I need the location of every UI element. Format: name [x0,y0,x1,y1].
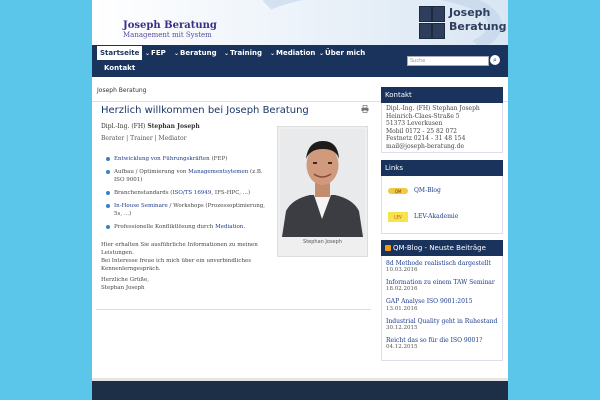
list-item: GAP Analyse ISO 9001:2015 13.01.2016 [386,298,498,313]
site-footer [92,378,508,400]
chevron-down-icon: ⌄ [174,50,180,57]
blog-post-link[interactable]: 8d Methode realistisch dargestellt [386,260,498,267]
page-title: Herzlich willkommen bei Joseph Beratung [101,105,309,116]
lev-akademie-logo-icon: LEV [388,212,408,222]
roles-text: Berater | Trainer | Mediator [101,135,187,142]
sidebar-blog: QM-Blog - Neuste Beiträge 8d Methode rea… [381,240,503,361]
blog-post-date: 04.12.2015 [386,344,418,350]
list-item: Aufbau / Optimierung von Managementsytem… [101,168,269,184]
nav-item-fep[interactable]: ⌄FEP [145,46,166,60]
nav-item-training[interactable]: ⌄Training [224,46,262,60]
blog-post-date: 18.02.2016 [386,286,418,292]
svg-text:LEV: LEV [394,215,402,220]
search-icon: ⌕ [493,56,497,64]
search-button[interactable]: ⌕ [490,55,500,65]
list-item: Entwicklung von Führungskräften (FEP) [101,155,269,163]
list-item: Reicht das so für die ISO 9001? 04.12.20… [386,337,498,351]
chevron-down-icon: ⌄ [270,50,276,57]
link-fuehrungskraefte[interactable]: Entwicklung von Führungskräften [114,156,210,162]
portrait-photo: Stephan Joseph [277,126,368,257]
qm-blog-logo-icon: QM [388,188,408,194]
link-lev-akademie[interactable]: LEV LEV-Akademie [386,204,498,230]
search-input[interactable]: Suche [407,56,489,66]
print-icon[interactable] [361,105,369,113]
services-list: Entwicklung von Führungskräften (FEP) Au… [101,155,269,236]
sidebar-links: Links QM QM-Blog LEV LEV-Akademie [381,160,503,234]
contact-line: Festnetz 0214 - 31 48 154 [386,135,466,142]
list-item: In-House Seminare / Workshops (Prozessop… [101,202,269,218]
link-inhouse-seminare[interactable]: In-House Seminare [114,203,168,209]
list-item: Information zu einem TAW Seminar 18.02.2… [386,279,498,293]
list-item: Branchenstandards (ISO/TS 16949, IFS-HPC… [101,189,269,197]
main-navigation: Startseite ⌄FEP ⌄Beratung ⌄Training ⌄Med… [92,45,508,77]
photo-caption: Stephan Joseph [303,239,342,245]
site-title[interactable]: Joseph Beratung [123,20,217,31]
blog-post-date: 30.12.2015 [386,325,418,331]
links-heading: Links [381,160,503,176]
nav-item-ueber-mich[interactable]: ⌄Über mich [319,46,365,60]
contact-email[interactable]: mail@joseph-beratung.de [386,143,498,151]
nav-item-startseite[interactable]: Startseite [97,46,143,60]
site-header: Joseph Beratung Management mit System Jo… [92,0,508,45]
page-container: Joseph Beratung Management mit System Jo… [92,0,508,400]
blog-post-date: 10.03.2016 [386,267,418,273]
blog-post-link[interactable]: Reicht das so für die ISO 9001? [386,337,498,344]
nav-item-mediation[interactable]: ⌄Mediation [270,46,315,60]
contact-line: 51373 Leverkusen [386,120,443,127]
rss-icon [385,244,391,251]
list-item: Industrial Quality geht in Ruhestand 30.… [386,318,498,332]
sidebar-contact: Kontakt Dipl.-Ing. (FH) Stephan Joseph H… [381,87,503,153]
portrait-image [280,129,365,237]
list-item: 8d Methode realistisch dargestellt 10.03… [386,260,498,274]
link-iso-ts[interactable]: ISO/TS 16949 [172,190,211,196]
list-item: Professionelle Konfliktlösung durch Medi… [101,223,269,231]
logo-text-line1: Joseph [449,6,491,19]
blog-heading: QM-Blog - Neuste Beiträge [381,240,503,256]
site-subtitle: Management mit System [123,31,212,39]
blog-post-date: 13.01.2016 [386,306,418,312]
main-article: Herzlich willkommen bei Joseph Beratung … [96,100,371,310]
breadcrumb[interactable]: Joseph Beratung [97,87,147,94]
nav-item-kontakt[interactable]: Kontakt [104,61,135,75]
chevron-down-icon: ⌄ [145,50,151,57]
link-mediation[interactable]: Mediation [215,224,243,230]
nav-item-beratung[interactable]: ⌄Beratung [174,46,217,60]
contact-heading: Kontakt [381,87,503,103]
blog-post-link[interactable]: Industrial Quality geht in Ruhestand [386,318,498,325]
chevron-down-icon: ⌄ [319,50,325,57]
contact-line: Heinrich-Claes-Straße 5 [386,112,460,120]
chevron-down-icon: ⌄ [224,50,230,57]
logo-text-line2: Beratung [449,20,507,33]
blog-post-link[interactable]: Information zu einem TAW Seminar [386,279,498,286]
contact-line: Mobil 0172 - 25 82 072 [386,127,457,135]
author-line: Dipl.-Ing. (FH) Stephan Joseph [101,123,200,130]
greeting-paragraph: Herzliche Grüße, Stephan Joseph [101,277,149,291]
svg-text:QM: QM [395,189,402,194]
link-managementsysteme[interactable]: Managementsytemen [188,169,248,175]
contact-line: Dipl.-Ing. (FH) Stephan Joseph [386,105,480,112]
site-logo[interactable]: Joseph Beratung [417,5,507,40]
blog-post-link[interactable]: GAP Analyse ISO 9001:2015 [386,298,473,305]
books-logo-icon [417,5,447,40]
info-paragraph: Hier erhalten Sie ausführliche Informati… [101,242,258,272]
link-qm-blog[interactable]: QM QM-Blog [386,178,498,204]
